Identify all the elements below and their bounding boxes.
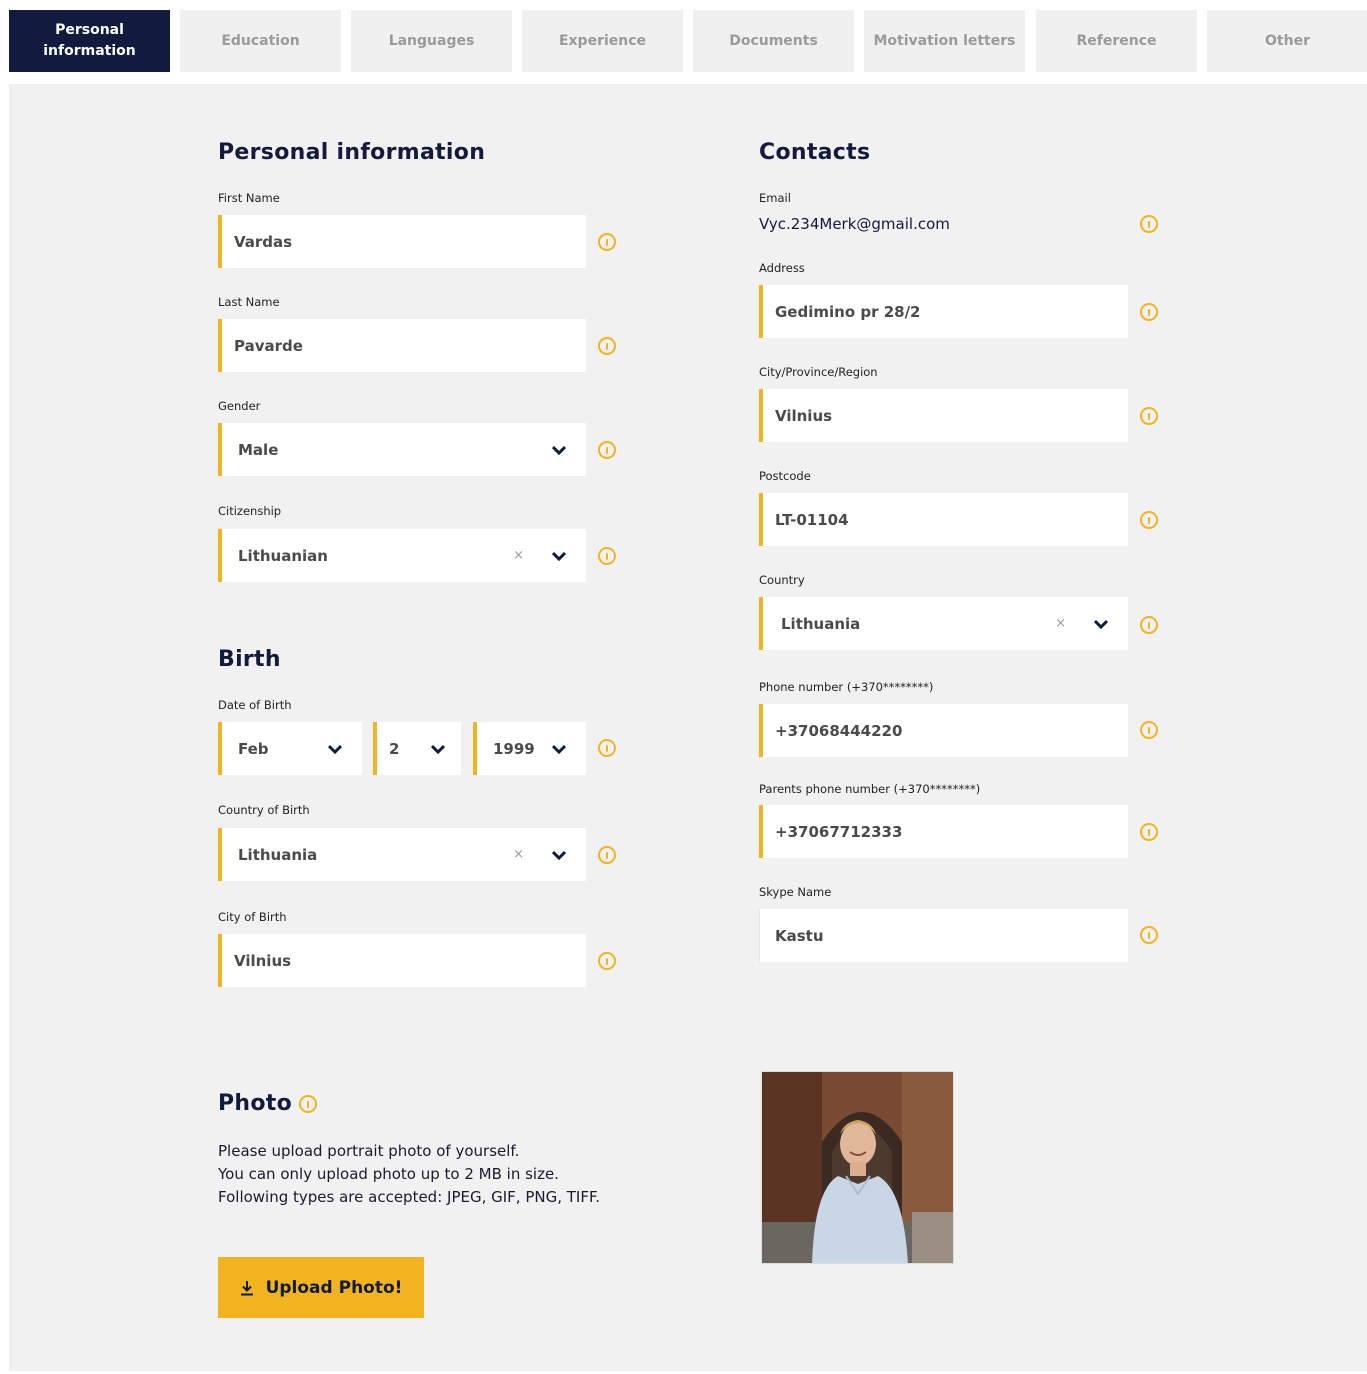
tab-education[interactable]: Education xyxy=(180,10,341,72)
info-icon[interactable] xyxy=(598,441,616,459)
country-label: Country xyxy=(759,573,805,587)
skype-label: Skype Name xyxy=(759,885,832,899)
skype-value: Kastu xyxy=(775,926,824,945)
gender-label: Gender xyxy=(218,399,261,413)
country-value: Lithuania xyxy=(781,614,861,633)
profile-photo xyxy=(761,1071,954,1264)
city-of-birth-input[interactable]: Vilnius xyxy=(218,934,586,987)
postcode-value: LT-01104 xyxy=(775,510,849,529)
address-label: Address xyxy=(759,261,805,275)
info-icon[interactable] xyxy=(598,337,616,355)
photo-instruction-line: Please upload portrait photo of yourself… xyxy=(218,1142,520,1160)
phone-value: +37068444220 xyxy=(775,721,903,740)
email-label: Email xyxy=(759,191,791,205)
address-value: Gedimino pr 28/2 xyxy=(775,302,921,321)
address-input[interactable]: Gedimino pr 28/2 xyxy=(759,285,1128,338)
phone-label: Phone number (+370********) xyxy=(759,680,934,694)
city-of-birth-label: City of Birth xyxy=(218,910,287,924)
country-of-birth-value: Lithuania xyxy=(238,845,318,864)
photo-instruction-line: You can only upload photo up to 2 MB in … xyxy=(218,1165,559,1183)
birth-day-value: 2 xyxy=(389,739,400,758)
birth-month-value: Feb xyxy=(238,739,269,758)
chevron-down-icon xyxy=(552,850,566,860)
info-icon[interactable] xyxy=(299,1095,317,1113)
chevron-down-icon xyxy=(431,744,445,754)
country-of-birth-select[interactable]: Lithuania × xyxy=(218,828,586,881)
upload-photo-label: Upload Photo! xyxy=(265,1277,403,1298)
birth-day-select[interactable]: 2 xyxy=(373,722,461,775)
tab-motivation-letters[interactable]: Motivation letters xyxy=(864,10,1025,72)
clear-icon[interactable]: × xyxy=(513,548,524,563)
parents-phone-value: +37067712333 xyxy=(775,822,903,841)
skype-input[interactable]: Kastu xyxy=(759,909,1128,962)
phone-input[interactable]: +37068444220 xyxy=(759,704,1128,757)
tab-languages[interactable]: Languages xyxy=(351,10,512,72)
tab-personal-information[interactable]: Personal information xyxy=(9,10,170,72)
info-icon[interactable] xyxy=(1140,511,1158,529)
tab-reference[interactable]: Reference xyxy=(1036,10,1197,72)
gender-value: Male xyxy=(238,440,279,459)
clear-icon[interactable]: × xyxy=(513,847,524,862)
last-name-value: Pavarde xyxy=(234,336,303,355)
info-icon[interactable] xyxy=(598,846,616,864)
postcode-label: Postcode xyxy=(759,469,811,483)
personal-information-heading: Personal information xyxy=(218,140,486,165)
city-of-birth-value: Vilnius xyxy=(234,951,292,970)
info-icon[interactable] xyxy=(1140,616,1158,634)
tab-other[interactable]: Other xyxy=(1207,10,1367,72)
info-icon[interactable] xyxy=(1140,926,1158,944)
citizenship-select[interactable]: Lithuanian × xyxy=(218,529,586,582)
profile-photo-image xyxy=(762,1072,953,1263)
info-icon[interactable] xyxy=(1140,721,1158,739)
parents-phone-input[interactable]: +37067712333 xyxy=(759,805,1128,858)
info-icon[interactable] xyxy=(1140,303,1158,321)
tab-bar: Personal information Education Languages… xyxy=(9,10,1367,72)
first-name-label: First Name xyxy=(218,191,280,205)
city-input[interactable]: Vilnius xyxy=(759,389,1128,442)
citizenship-value: Lithuanian xyxy=(238,546,328,565)
chevron-down-icon xyxy=(328,744,342,754)
contacts-heading: Contacts xyxy=(759,140,871,165)
upload-photo-button[interactable]: Upload Photo! xyxy=(218,1257,424,1318)
info-icon[interactable] xyxy=(1140,823,1158,841)
last-name-input[interactable]: Pavarde xyxy=(218,319,586,372)
email-value: Vyc.234Merk@gmail.com xyxy=(759,215,950,233)
photo-instructions: Please upload portrait photo of yourself… xyxy=(218,1140,600,1209)
birth-year-value: 1999 xyxy=(493,739,535,758)
info-icon[interactable] xyxy=(598,739,616,757)
tab-documents[interactable]: Documents xyxy=(693,10,854,72)
chevron-down-icon xyxy=(1094,619,1108,629)
first-name-value: Vardas xyxy=(234,232,293,251)
city-label: City/Province/Region xyxy=(759,365,878,379)
info-icon[interactable] xyxy=(598,547,616,565)
photo-instruction-line: Following types are accepted: JPEG, GIF,… xyxy=(218,1188,600,1206)
date-of-birth-label: Date of Birth xyxy=(218,698,292,712)
gender-select[interactable]: Male xyxy=(218,423,586,476)
last-name-label: Last Name xyxy=(218,295,280,309)
citizenship-label: Citizenship xyxy=(218,504,282,518)
country-of-birth-label: Country of Birth xyxy=(218,803,310,817)
birth-year-select[interactable]: 1999 xyxy=(473,722,586,775)
clear-icon[interactable]: × xyxy=(1055,616,1066,631)
info-icon[interactable] xyxy=(1140,215,1158,233)
info-icon[interactable] xyxy=(598,233,616,251)
chevron-down-icon xyxy=(552,445,566,455)
photo-heading: Photo xyxy=(218,1091,293,1116)
parents-phone-label: Parents phone number (+370********) xyxy=(759,782,981,796)
tab-experience[interactable]: Experience xyxy=(522,10,683,72)
first-name-input[interactable]: Vardas xyxy=(218,215,586,268)
chevron-down-icon xyxy=(552,551,566,561)
form-panel xyxy=(9,84,1367,1371)
info-icon[interactable] xyxy=(1140,407,1158,425)
city-value: Vilnius xyxy=(775,406,833,425)
info-icon[interactable] xyxy=(598,952,616,970)
postcode-input[interactable]: LT-01104 xyxy=(759,493,1128,546)
birth-month-select[interactable]: Feb xyxy=(218,722,362,775)
chevron-down-icon xyxy=(552,744,566,754)
birth-heading: Birth xyxy=(218,647,281,672)
download-arrow-icon xyxy=(240,1280,253,1295)
country-select[interactable]: Lithuania × xyxy=(759,597,1128,650)
